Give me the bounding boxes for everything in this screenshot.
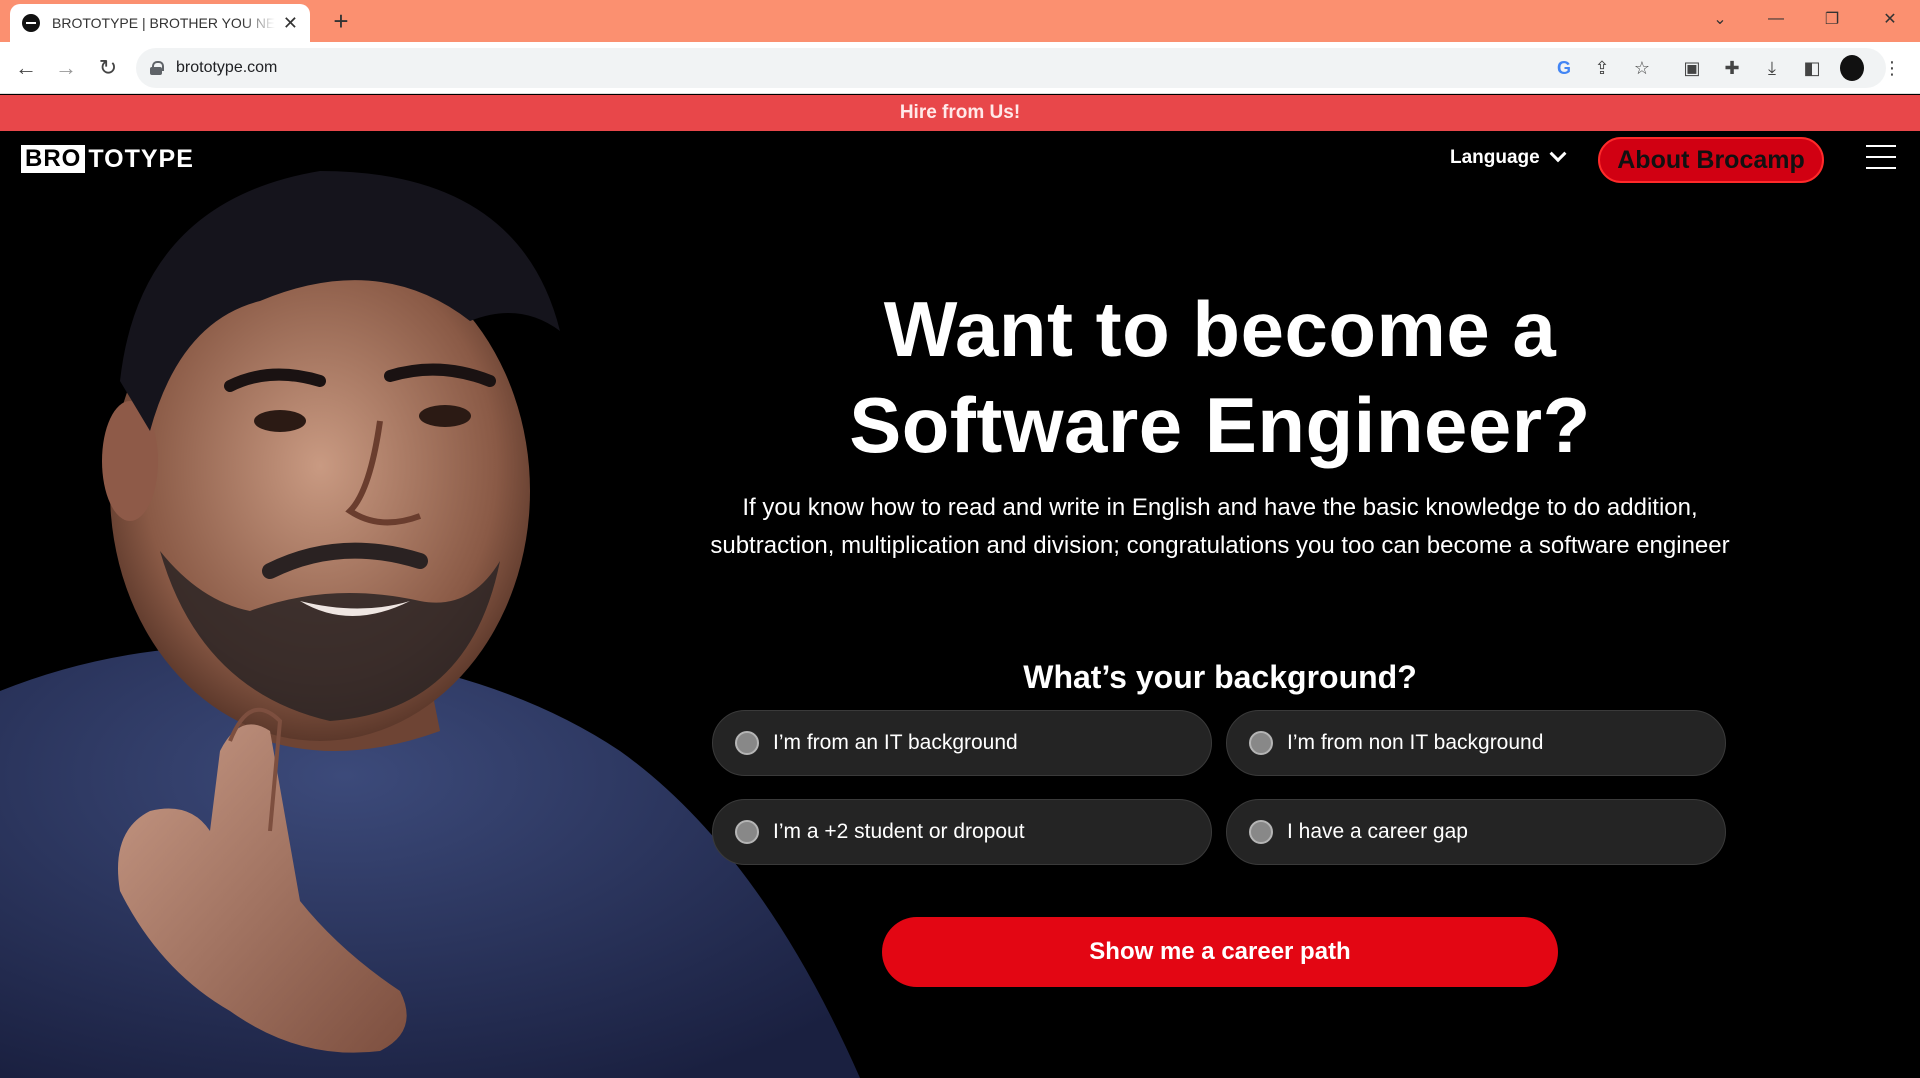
hire-banner-text[interactable]: Hire from Us!: [900, 102, 1020, 124]
download-icon[interactable]: ⤓: [1760, 56, 1784, 80]
restore-window-button[interactable]: ❐: [1812, 0, 1852, 38]
about-brocamp-button[interactable]: About Brocamp: [1598, 137, 1824, 183]
radio-button[interactable]: [1249, 731, 1273, 755]
option-career-gap[interactable]: I have a career gap: [1226, 799, 1726, 865]
reload-button[interactable]: ↻: [92, 52, 124, 84]
back-button[interactable]: ←: [10, 52, 42, 84]
logo-bro: BRO: [21, 145, 86, 173]
language-dropdown[interactable]: Language: [1450, 145, 1567, 169]
hamburger-menu-icon[interactable]: [1866, 145, 1896, 169]
page-content: BRO TOTYPE Language About Brocamp Want t…: [0, 131, 1920, 1078]
option-label: I’m from an IT background: [773, 731, 1018, 754]
option-label: I’m from non IT background: [1287, 731, 1544, 754]
show-career-path-button[interactable]: Show me a career path: [882, 917, 1558, 987]
instructor-photo: [0, 171, 860, 1078]
address-bar[interactable]: brototype.com: [136, 48, 1886, 88]
hero-heading: Want to become a Software Engineer?: [700, 281, 1740, 473]
chevron-down-icon: [1549, 145, 1567, 163]
share-icon[interactable]: ⇪: [1590, 56, 1614, 80]
option-non-it-background[interactable]: I’m from non IT background: [1226, 710, 1726, 776]
tab-title: BROTOTYPE | BROTHER YOU NEVER HAD: [52, 15, 275, 31]
browser-toolbar: ← → ↻ brototype.com G ⇪ ☆ ▣ ✚ ⤓ ◧ ⋮: [0, 42, 1920, 94]
new-tab-button[interactable]: +: [326, 6, 356, 36]
close-tab-icon[interactable]: ✕: [283, 14, 298, 32]
radio-button[interactable]: [735, 820, 759, 844]
extension-icon[interactable]: ▣: [1680, 56, 1704, 80]
site-navbar: BRO TOTYPE Language About Brocamp: [0, 131, 1920, 183]
background-question-title: What’s your background?: [1023, 659, 1417, 695]
url-text: brototype.com: [176, 59, 278, 76]
hero-heading-line2: Software Engineer?: [849, 381, 1591, 469]
browser-tabstrip: BROTOTYPE | BROTHER YOU NEVER HAD ✕ + ⌄ …: [0, 0, 1920, 42]
close-window-button[interactable]: ✕: [1870, 0, 1910, 38]
browser-tab[interactable]: BROTOTYPE | BROTHER YOU NEVER HAD ✕: [10, 4, 310, 42]
lock-icon: [150, 61, 164, 75]
option-plus-two-dropout[interactable]: I’m a +2 student or dropout: [712, 799, 1212, 865]
option-it-background[interactable]: I’m from an IT background: [712, 710, 1212, 776]
language-label: Language: [1450, 147, 1540, 168]
radio-button[interactable]: [735, 731, 759, 755]
google-lens-icon[interactable]: G: [1552, 56, 1576, 80]
bookmark-star-icon[interactable]: ☆: [1630, 56, 1654, 80]
radio-button[interactable]: [1249, 820, 1273, 844]
brototype-logo[interactable]: BRO TOTYPE: [21, 144, 194, 174]
profile-avatar-icon[interactable]: [1840, 55, 1864, 81]
minimize-window-button[interactable]: —: [1756, 0, 1796, 38]
option-label: I’m a +2 student or dropout: [773, 820, 1025, 843]
forward-button[interactable]: →: [50, 52, 82, 84]
tab-search-icon[interactable]: ⌄: [1700, 0, 1740, 38]
option-label: I have a career gap: [1287, 820, 1468, 843]
side-panel-icon[interactable]: ◧: [1800, 56, 1824, 80]
hero-heading-line1: Want to become a: [883, 285, 1557, 373]
extensions-puzzle-icon[interactable]: ✚: [1720, 56, 1744, 80]
hire-from-us-banner[interactable]: Hire from Us!: [0, 95, 1920, 131]
hero-description: If you know how to read and write in Eng…: [710, 494, 1730, 559]
site-favicon-icon: [22, 14, 40, 32]
logo-totype: TOTYPE: [88, 144, 194, 173]
browser-menu-icon[interactable]: ⋮: [1880, 56, 1904, 80]
hero-section: Want to become a Software Engineer? If y…: [700, 281, 1740, 565]
